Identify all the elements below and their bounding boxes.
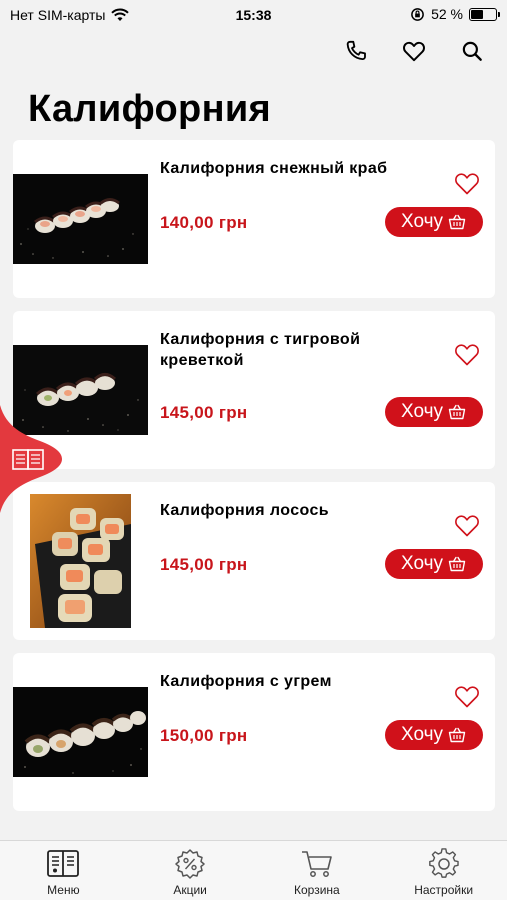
want-button[interactable]: Хочу xyxy=(385,720,483,750)
tab-label: Настройки xyxy=(414,883,474,897)
tab-settings[interactable]: Настройки xyxy=(380,841,507,900)
basket-icon xyxy=(448,556,466,572)
cart-icon xyxy=(301,851,332,877)
rotation-lock-icon xyxy=(411,7,424,21)
discount-icon xyxy=(175,849,205,879)
phone-icon[interactable] xyxy=(343,38,369,64)
battery-percent: 52 % xyxy=(431,6,463,22)
favorite-heart-icon[interactable] xyxy=(453,170,481,196)
favorite-heart-icon[interactable] xyxy=(453,341,481,367)
basket-icon xyxy=(448,404,466,420)
product-price: 150,00 грн xyxy=(160,726,248,745)
product-card[interactable]: Калифорния с тигровой креветкой 145,00 г… xyxy=(13,311,495,469)
gear-icon xyxy=(428,848,459,878)
product-price: 145,00 грн xyxy=(160,555,248,574)
want-button[interactable]: Хочу xyxy=(385,549,483,579)
want-button-label: Хочу xyxy=(400,401,443,422)
want-button[interactable]: Хочу xyxy=(385,397,483,427)
status-bar: Нет SIM-карты 15:38 52 % xyxy=(0,0,507,30)
want-button[interactable]: Хочу xyxy=(385,207,483,237)
top-actions xyxy=(343,38,485,64)
categories-side-tab[interactable] xyxy=(0,405,62,513)
product-card[interactable]: Калифорния снежный краб 140,00 грн Хочу xyxy=(13,140,495,298)
status-right: 52 % xyxy=(410,6,500,22)
want-button-label: Хочу xyxy=(400,553,443,574)
page-title: Калифорния xyxy=(28,88,271,130)
favorite-heart-icon[interactable] xyxy=(453,512,481,538)
tab-menu[interactable]: Меню xyxy=(0,841,127,900)
product-image xyxy=(30,494,131,628)
product-name: Калифорния лосось xyxy=(160,502,329,519)
basket-icon xyxy=(448,727,466,743)
search-icon[interactable] xyxy=(459,38,485,64)
product-price: 140,00 грн xyxy=(160,213,248,232)
basket-icon xyxy=(448,214,466,230)
tab-label: Меню xyxy=(47,883,80,897)
favorite-heart-icon[interactable] xyxy=(453,683,481,709)
product-image xyxy=(13,687,148,777)
tab-cart[interactable]: Корзина xyxy=(254,841,381,900)
want-button-label: Хочу xyxy=(400,724,443,745)
product-name: Калифорния снежный краб xyxy=(160,160,388,177)
bottom-tab-bar: Меню Акции Корзина Настройки xyxy=(0,840,507,900)
tab-promotions[interactable]: Акции xyxy=(127,841,254,900)
menu-book-icon xyxy=(47,850,80,877)
tab-label: Корзина xyxy=(294,883,340,897)
battery-icon xyxy=(469,7,500,21)
product-name: Калифорния с тигровой креветкой xyxy=(160,331,361,369)
tab-label: Акции xyxy=(173,883,207,897)
product-card[interactable]: Калифорния лосось 145,00 грн Хочу xyxy=(13,482,495,640)
product-image xyxy=(13,174,148,264)
product-name: Калифорния с угрем xyxy=(160,673,332,690)
heart-icon[interactable] xyxy=(401,38,427,64)
product-card[interactable]: Калифорния с угрем 150,00 грн Хочу xyxy=(13,653,495,811)
product-price: 145,00 грн xyxy=(160,403,248,422)
want-button-label: Хочу xyxy=(400,211,443,232)
